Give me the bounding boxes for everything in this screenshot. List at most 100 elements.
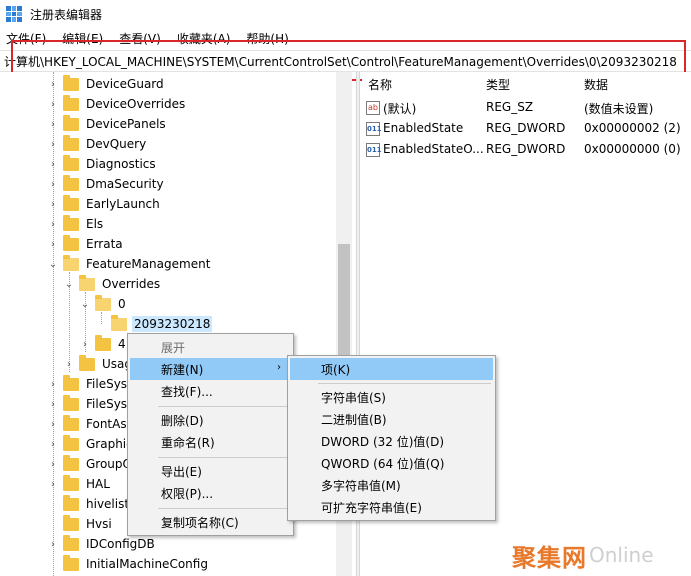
tree-item[interactable]: › Els [47,214,105,234]
chevron-right-icon[interactable]: › [47,158,59,170]
tree-item[interactable]: › DevQuery [47,134,148,154]
tree-item[interactable]: › HAL [47,474,112,494]
chevron-down-icon[interactable]: ⌄ [79,298,91,310]
tree-item-label[interactable]: Hvsi [84,516,114,532]
submenu-item-qword-value[interactable]: QWORD (64 位)值(Q) [290,452,493,474]
chevron-right-icon[interactable]: › [47,98,59,110]
tree-item[interactable]: Hvsi [47,514,114,534]
tree-item-label[interactable]: DeviceOverrides [84,96,187,112]
table-row[interactable]: 011 EnabledState REG_DWORD 0x00000002 (2… [362,119,691,139]
menu-edit[interactable]: 编辑(E) [62,30,103,47]
chevron-right-icon[interactable]: › [47,78,59,90]
tree-item[interactable]: › IDConfigDB [47,534,157,554]
chevron-right-icon[interactable]: › [47,118,59,130]
tree-item-label[interactable]: Diagnostics [84,156,158,172]
submenu-item-binary-value[interactable]: 二进制值(B) [290,408,493,430]
tree-item-label[interactable]: 0 [116,296,128,312]
tree-item-label-selected[interactable]: 2093230218 [132,316,213,332]
tree-item-label[interactable]: InitialMachineConfig [84,556,210,572]
chevron-right-icon[interactable]: › [47,138,59,150]
tree-item[interactable]: ⌄ 0 [79,294,128,314]
tree-item[interactable]: InitialMachineConfig [47,554,210,574]
tree-item-label[interactable]: Errata [84,236,125,252]
value-name[interactable]: EnabledStateO... [383,142,484,156]
value-name[interactable]: (默认) [383,100,416,117]
chevron-down-icon[interactable]: ⌄ [63,278,75,290]
tree-item-label[interactable]: Els [84,216,105,232]
tree-item[interactable]: › Diagnostics [47,154,158,174]
chevron-right-icon[interactable]: › [47,478,59,490]
column-header-type[interactable]: 类型 [486,76,510,93]
tree-item-label[interactable]: Overrides [100,276,162,292]
tree-item[interactable]: 2093230218 [95,314,213,334]
tree-item[interactable]: › FontAss [47,414,135,434]
menu-item-copy-key-name[interactable]: 复制项名称(C) [130,511,291,533]
tree-item[interactable]: ⌄ FeatureManagement [47,254,212,274]
chevron-right-icon[interactable]: › [47,218,59,230]
column-header-data[interactable]: 数据 [584,76,608,93]
submenu-item-expandable-string-value[interactable]: 可扩充字符串值(E) [290,496,493,518]
chevron-right-icon[interactable]: › [47,198,59,210]
tree-item[interactable]: › DeviceGuard [47,74,166,94]
menu-item-rename[interactable]: 重命名(R) [130,431,291,453]
tree-item[interactable]: hivelist [47,494,131,514]
menu-item-label: 项(K) [321,362,351,377]
folder-icon [79,354,95,371]
menu-favorites[interactable]: 收藏夹(A) [177,30,231,47]
folder-icon [63,534,79,551]
title-bar: 注册表编辑器 [0,0,691,28]
chevron-right-icon[interactable]: › [47,378,59,390]
menu-item-find[interactable]: 查找(F)... [130,380,291,402]
submenu-item-dword-value[interactable]: DWORD (32 位)值(D) [290,430,493,452]
tree-item-label[interactable]: 4 [116,336,128,352]
tree-item[interactable]: › GroupO [47,454,134,474]
tree-item[interactable]: › Errata [47,234,125,254]
tree-item-label[interactable]: DevQuery [84,136,148,152]
tree-item[interactable]: › Graphic [47,434,135,454]
tree-item[interactable]: › Usag [63,354,134,374]
menu-item-export[interactable]: 导出(E) [130,460,291,482]
tree-item-label[interactable]: IDConfigDB [84,536,157,552]
tree-item-label[interactable]: DeviceGuard [84,76,166,92]
regedit-app-icon [6,6,22,22]
chevron-down-icon[interactable]: ⌄ [47,258,59,270]
chevron-right-icon[interactable]: › [47,538,59,550]
submenu-item-key[interactable]: 项(K) [290,358,493,380]
table-row[interactable]: 011 EnabledStateO... REG_DWORD 0x0000000… [362,140,691,160]
address-path[interactable]: 计算机\HKEY_LOCAL_MACHINE\SYSTEM\CurrentCon… [4,53,677,70]
chevron-right-icon[interactable]: › [47,238,59,250]
chevron-right-icon[interactable]: › [47,438,59,450]
chevron-right-icon[interactable]: › [47,458,59,470]
chevron-right-icon[interactable]: › [79,338,91,350]
chevron-right-icon[interactable]: › [47,418,59,430]
chevron-right-icon[interactable]: › [47,178,59,190]
chevron-right-icon[interactable]: › [47,398,59,410]
column-header-name[interactable]: 名称 [368,76,392,93]
folder-icon [63,134,79,151]
menu-help[interactable]: 帮助(H) [246,30,288,47]
tree-item[interactable]: › EarlyLaunch [47,194,162,214]
value-name[interactable]: EnabledState [383,121,463,135]
menu-view[interactable]: 查看(V) [119,30,161,47]
tree-item-label[interactable]: DevicePanels [84,116,168,132]
tree-item-label[interactable]: hivelist [84,496,131,512]
menu-item-permissions[interactable]: 权限(P)... [130,482,291,504]
tree-item[interactable]: › DeviceOverrides [47,94,187,114]
tree-item[interactable]: › DevicePanels [47,114,168,134]
submenu-item-string-value[interactable]: 字符串值(S) [290,386,493,408]
tree-item-label[interactable]: EarlyLaunch [84,196,162,212]
tree-item-label[interactable]: DmaSecurity [84,176,166,192]
tree-item-label[interactable]: FeatureManagement [84,256,212,272]
tree-item[interactable]: › 4 [79,334,128,354]
tree-item-label[interactable]: HAL [84,476,112,492]
menu-file[interactable]: 文件(F) [6,30,46,47]
tree-item[interactable]: › DmaSecurity [47,174,166,194]
menu-item-delete[interactable]: 删除(D) [130,409,291,431]
menu-item-new[interactable]: 新建(N) › [130,358,291,380]
table-row[interactable]: ab (默认) REG_SZ (数值未设置) [362,98,691,118]
chevron-right-icon[interactable]: › [63,358,75,370]
submenu-item-multi-string-value[interactable]: 多字符串值(M) [290,474,493,496]
tree-item[interactable]: ⌄ Overrides [63,274,162,294]
address-bar[interactable]: 计算机\HKEY_LOCAL_MACHINE\SYSTEM\CurrentCon… [0,50,691,72]
folder-icon [63,74,79,91]
